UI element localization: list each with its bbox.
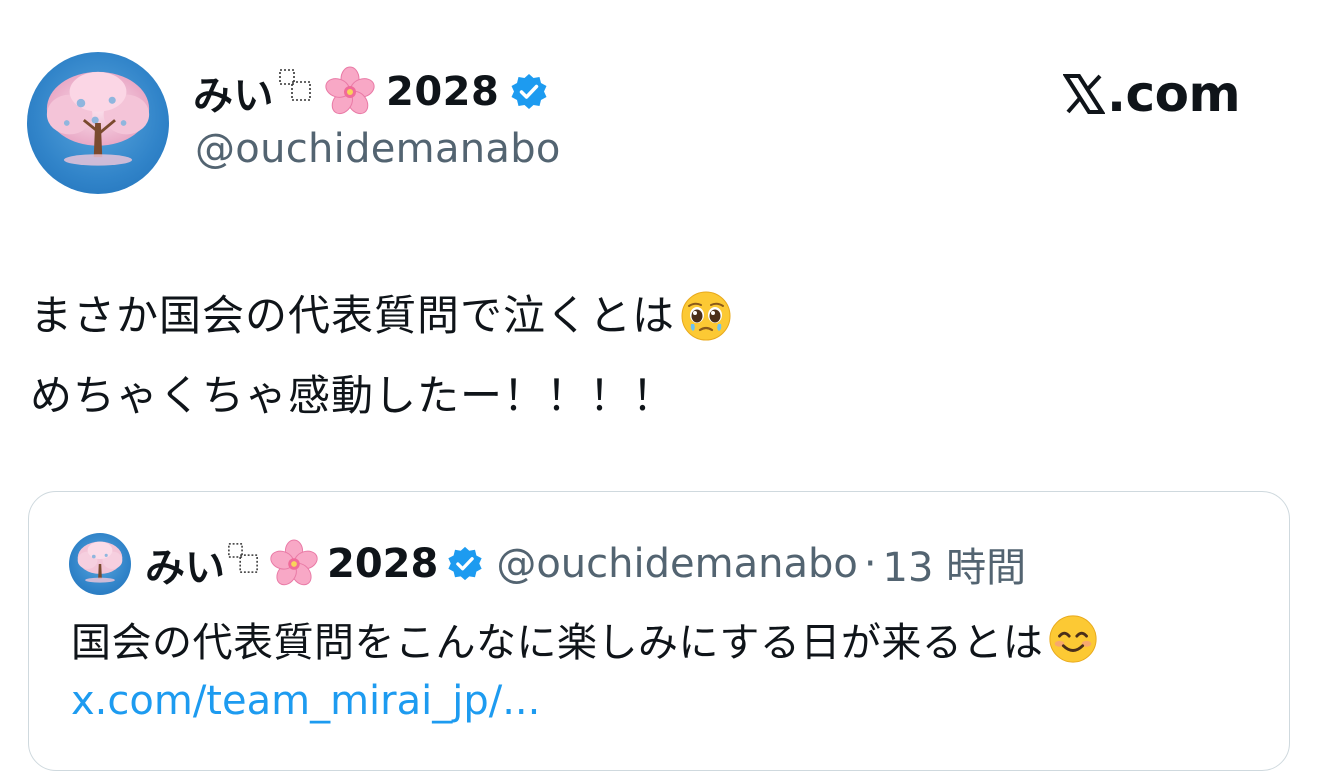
separator-dot: ·: [863, 541, 877, 587]
quoted-text-body: 国会の代表質問をこんなに楽しみにする日が来るとは: [71, 620, 1044, 666]
quoted-author-name[interactable]: みい 2028: [145, 535, 484, 593]
quoted-tweet-card[interactable]: みい 2028 @ouchidemanabo · 13 時間 国会の代表質問をこ…: [28, 491, 1290, 771]
author-name[interactable]: みい 2028: [193, 62, 549, 122]
smiling-face-icon: [1047, 613, 1099, 665]
author-handle[interactable]: @ouchidemanabo: [195, 126, 561, 172]
x-logo-text: .com: [1107, 65, 1241, 123]
cherry-blossom-icon: [269, 539, 319, 589]
author-display-name: みい: [193, 73, 274, 119]
cherry-blossom-icon: [324, 66, 376, 118]
quoted-name-suffix: 2028: [327, 541, 439, 587]
cherry-blossom-tree-avatar: [46, 71, 150, 166]
quoted-link[interactable]: x.com/team_mirai_jp/...: [71, 678, 540, 724]
x-logo[interactable]: .com: [1063, 65, 1241, 123]
placeholder-glyph-icon: [278, 68, 312, 102]
quoted-tweet-text: 国会の代表質問をこんなに楽しみにする日が来るとは: [71, 610, 1099, 668]
x-logo-icon: [1063, 74, 1105, 114]
placeholder-glyph-icon: [227, 542, 259, 574]
verified-badge-icon: [509, 72, 549, 112]
author-name-suffix: 2028: [386, 69, 500, 115]
tweet-line-1: まさか国会の代表質問で泣くとは: [30, 276, 733, 356]
quoted-handle[interactable]: @ouchidemanabo: [496, 541, 857, 587]
quoted-avatar[interactable]: [69, 533, 131, 595]
pleading-face-icon: [679, 289, 733, 343]
quoted-tweet-header: みい 2028 @ouchidemanabo · 13 時間: [69, 533, 1027, 595]
cherry-blossom-tree-avatar: [77, 541, 123, 583]
avatar[interactable]: [27, 52, 169, 194]
tweet-text: まさか国会の代表質問で泣くとは めちゃくちゃ感動したー！！！！: [30, 276, 733, 436]
tweet-line-2-text: めちゃくちゃ感動したー！！！！: [30, 371, 676, 420]
tweet-line-1-text: まさか国会の代表質問で泣くとは: [30, 291, 676, 340]
quoted-display-name: みい: [145, 545, 225, 591]
verified-badge-icon: [446, 545, 484, 583]
tweet-line-2: めちゃくちゃ感動したー！！！！: [30, 356, 733, 436]
quoted-timestamp[interactable]: 13 時間: [883, 535, 1027, 593]
